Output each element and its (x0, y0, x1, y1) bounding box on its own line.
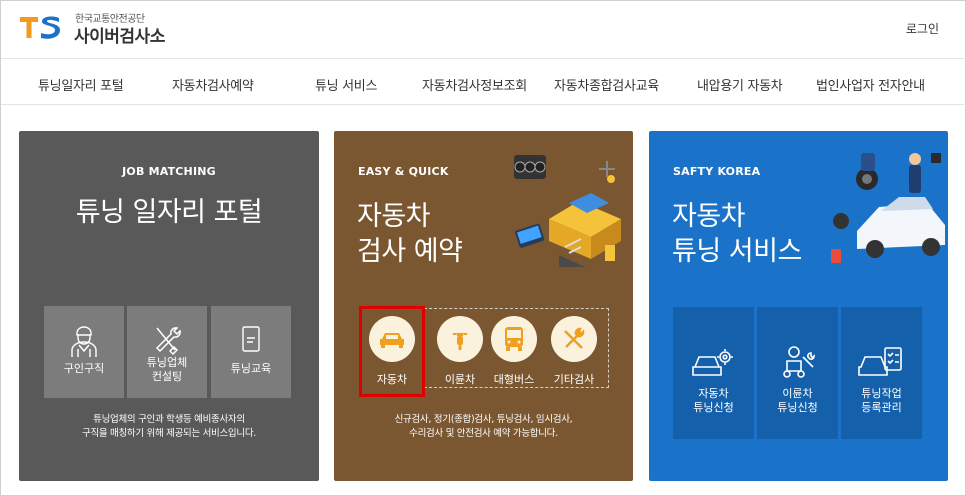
card-title-line1: 자동차 (357, 201, 431, 232)
tile-label-line1: 튜닝작업 (861, 387, 902, 400)
tile-label-line2: 튜닝신청 (693, 401, 734, 414)
tile-label-line1: 튜닝업체 (146, 356, 188, 369)
wrench-icon (564, 327, 585, 349)
card-note-line2: 구직을 매칭하기 위해 제공되는 서비스입니다. (82, 428, 256, 439)
selection-highlight (359, 306, 425, 397)
nav-item-inspection-education[interactable]: 자동차종합검사교육 (554, 75, 659, 94)
motorcycle-icon (453, 333, 467, 350)
tile-label-line2: 등록관리 (861, 401, 902, 414)
inspection-booking-card: EASY & QUICK 자동차 검사 예약 자동차 이륜차 대형버스 기타검사… (334, 131, 633, 481)
worker-icon (71, 326, 97, 357)
tile-label-line1: 자동차 (698, 387, 729, 400)
car-service-illustration-icon (831, 153, 945, 263)
tuning-service-card: SAFTY KOREA 자동차 튜닝 서비스 자동차 튜닝신청 이륜차 튜닝신청… (649, 131, 948, 481)
car-checklist-icon (858, 347, 902, 376)
nav-item-pressure-vessel[interactable]: 내압용기 자동차 (697, 75, 783, 94)
tile-label-line2: 컨설팅 (151, 370, 183, 383)
card-title[interactable]: 자동차 튜닝 서비스 (672, 199, 802, 269)
site-header: 한국교통안전공단 사이버검사소 로그인 (1, 1, 966, 59)
car-tuning-request-tile[interactable]: 자동차 튜닝신청 (673, 307, 754, 439)
tile-label: 튜닝교육 (230, 362, 272, 375)
main-nav: 튜닝일자리 포털 자동차검사예약 튜닝 서비스 자동차검사정보조회 자동차종합검… (1, 59, 966, 105)
nav-item-corporate-notice[interactable]: 법인사업자 전자안내 (816, 75, 925, 94)
option-label: 대형버스 (493, 373, 535, 386)
garage-illustration-icon (514, 155, 621, 267)
other-inspection-option[interactable]: 기타검사 (544, 316, 604, 387)
job-matching-card: JOB MATCHING 튜닝 일자리 포털 구인구직 튜닝업체 컨설팅 튜닝교… (19, 131, 319, 481)
scooter-wrench-icon (783, 346, 815, 378)
option-label: 기타검사 (553, 373, 595, 386)
job-seeking-tile[interactable]: 구인구직 (44, 306, 124, 398)
tuning-education-tile[interactable]: 튜닝교육 (211, 306, 291, 398)
ts-logo-icon[interactable] (19, 13, 63, 41)
nav-item-inspection-booking[interactable]: 자동차검사예약 (172, 75, 254, 94)
card-title-line2: 튜닝 서비스 (672, 236, 802, 267)
tile-label: 구인구직 (63, 362, 105, 375)
card-title-line1: 자동차 (672, 201, 746, 232)
card-title[interactable]: 튜닝 일자리 포털 (19, 195, 319, 230)
car-gear-icon (692, 349, 733, 376)
card-note-line1: 튜닝업체의 구인과 학생등 예비종사자의 (93, 414, 245, 425)
card-title[interactable]: 자동차 검사 예약 (357, 199, 463, 269)
card-label: SAFTY KOREA (673, 165, 761, 178)
option-label: 이륜차 (444, 373, 476, 386)
bus-icon (505, 327, 523, 351)
motorcycle-option[interactable]: 이륜차 (430, 316, 490, 387)
card-label: JOB MATCHING (122, 165, 216, 178)
tuning-consulting-tile[interactable]: 튜닝업체 컨설팅 (127, 306, 207, 398)
card-label: EASY & QUICK (358, 165, 449, 178)
document-icon (242, 326, 260, 352)
card-note-line2: 수리검사 및 안전검사 예약 가능합니다. (409, 428, 558, 439)
site-name[interactable]: 사이버검사소 (74, 22, 165, 47)
nav-item-tuning-job-portal[interactable]: 튜닝일자리 포털 (38, 75, 124, 94)
tools-icon (155, 327, 181, 356)
tuning-work-registration-tile[interactable]: 튜닝작업 등록관리 (841, 307, 922, 439)
login-link[interactable]: 로그인 (906, 20, 939, 37)
motorcycle-tuning-request-tile[interactable]: 이륜차 튜닝신청 (757, 307, 838, 439)
tile-label-line1: 이륜차 (782, 387, 813, 400)
card-title-line2: 검사 예약 (357, 236, 463, 267)
nav-item-inspection-info[interactable]: 자동차검사정보조회 (422, 75, 527, 94)
tile-label-line2: 튜닝신청 (777, 401, 818, 414)
card-note-line1: 신규검사, 정기(종합)검사, 튜닝검사, 임시검사, (394, 414, 573, 425)
bus-option[interactable]: 대형버스 (484, 316, 544, 387)
nav-item-tuning-service[interactable]: 튜닝 서비스 (315, 75, 377, 94)
